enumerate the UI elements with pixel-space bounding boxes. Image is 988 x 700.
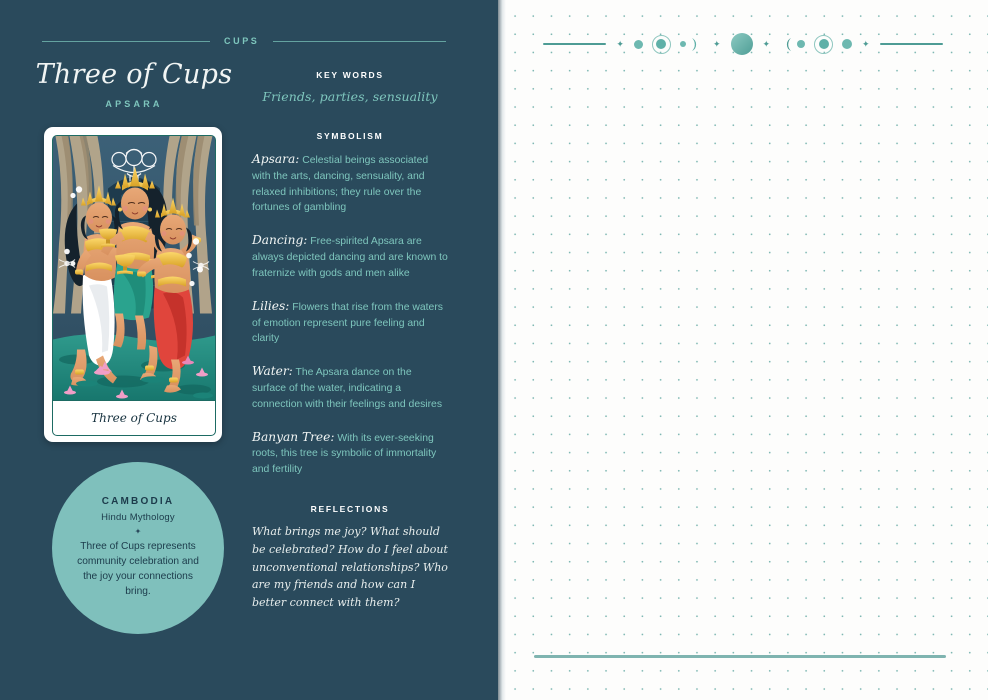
page-title: Three of Cups — [35, 59, 233, 90]
crescent-right-icon — [691, 37, 697, 51]
moon-phase-divider: ✦ ✦ ✦ ✦ — [510, 31, 976, 57]
origin-country: CAMBODIA — [101, 496, 175, 508]
reflections-prompt: What brings me joy? What should be celeb… — [252, 525, 448, 610]
symbolism-term: Lilies: — [252, 298, 290, 313]
moon-ringed-icon — [814, 34, 834, 54]
sparkle-icon: ✦ — [862, 38, 870, 49]
sparkle-icon: ✦ — [762, 38, 771, 49]
origin-separator-icon: ✦ — [134, 527, 142, 537]
origin-meaning: Three of Cups represents community celeb… — [77, 541, 199, 597]
moon-new-icon — [842, 39, 853, 49]
sparkle-icon: ✦ — [712, 38, 721, 49]
symbolism-item: Apsara: Celestial beings associated with… — [252, 150, 448, 216]
origin-mythology: Hindu Mythology — [101, 512, 175, 524]
sparkle-icon: ✦ — [616, 38, 624, 49]
tarot-card-illustration — [53, 136, 215, 401]
left-page: CUPS Three of Cups APSARA Three of Cups … — [0, 0, 498, 700]
key-words-heading: KEY WORDS — [316, 70, 384, 80]
tarot-card-caption: Three of Cups — [53, 400, 215, 435]
moon-new-icon — [633, 39, 643, 49]
bottom-rule — [534, 655, 946, 658]
moon-waning-crescent-icon — [780, 37, 806, 52]
tarot-card-caption-text: Three of Cups — [91, 411, 177, 425]
title-block: Three of Cups APSARA — [20, 60, 248, 109]
content-column: KEY WORDS Friends, parties, sensuality S… — [252, 70, 448, 612]
suit-rule-right — [273, 40, 446, 42]
symbolism-list: Apsara: Celestial beings associated with… — [252, 150, 448, 478]
tarot-card: Three of Cups — [44, 127, 222, 442]
reflections-heading: REFLECTIONS — [310, 504, 390, 514]
symbolism-item: Dancing: Free-spirited Apsara are always… — [252, 231, 448, 281]
moon-ringed-icon — [651, 34, 671, 54]
symbolism-item: Lilies: Flowers that rise from the water… — [252, 297, 448, 347]
tarot-card-frame: Three of Cups — [52, 135, 216, 436]
moon-full-icon — [730, 33, 753, 55]
apsara-illustration-svg — [53, 136, 215, 401]
symbolism-term: Banyan Tree: — [252, 429, 335, 444]
key-words-value: Friends, parties, sensuality — [262, 89, 438, 104]
suit-header: CUPS — [42, 36, 446, 46]
divider-rule-right — [879, 43, 943, 45]
suit-rule-left — [42, 40, 210, 42]
divider-rule-left — [543, 43, 607, 45]
symbolism-item: Water: The Apsara dance on the surface o… — [252, 362, 448, 412]
origin-badge: CAMBODIA Hindu Mythology ✦ Three of Cups… — [52, 462, 224, 634]
symbolism-term: Apsara: — [252, 152, 300, 166]
crescent-left-icon — [786, 37, 792, 51]
book-spread: CUPS Three of Cups APSARA Three of Cups … — [0, 0, 988, 700]
page-subtitle: APSARA — [105, 98, 163, 109]
symbolism-term: Water: — [252, 364, 293, 379]
symbolism-term: Dancing: — [252, 233, 308, 248]
moon-waxing-crescent-icon — [679, 37, 703, 52]
symbolism-heading: SYMBOLISM — [316, 131, 384, 141]
symbolism-item: Banyan Tree: With its ever-seeking roots… — [252, 428, 448, 478]
right-page-notes[interactable]: ✦ ✦ ✦ ✦ — [498, 0, 988, 700]
suit-label: CUPS — [224, 36, 260, 46]
